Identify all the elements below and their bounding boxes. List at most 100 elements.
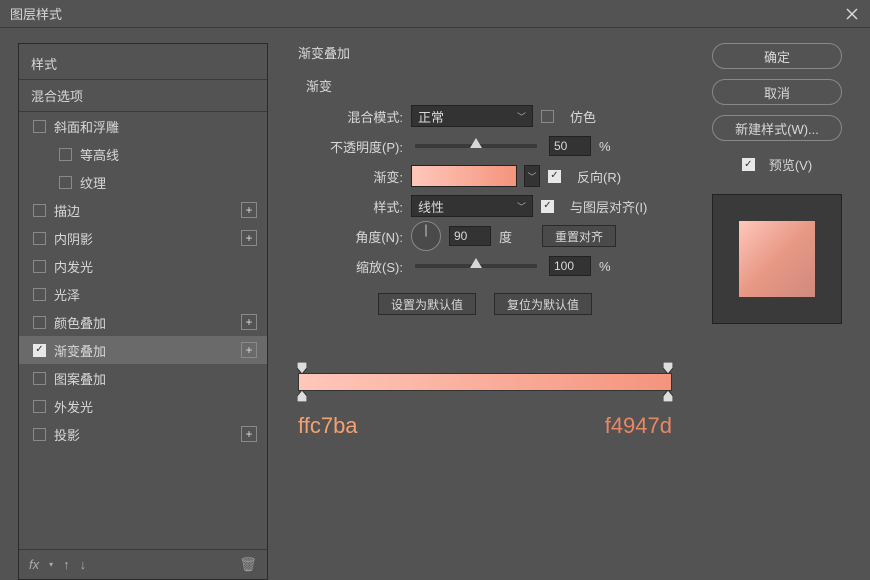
style-checkbox[interactable] [59, 148, 72, 161]
gradient-label: 渐变: [318, 167, 403, 186]
sidebar-item-3[interactable]: 描边 + [19, 196, 267, 224]
style-checkbox[interactable] [33, 344, 46, 357]
ok-button[interactable]: 确定 [712, 43, 842, 69]
sidebar-item-label: 颜色叠加 [54, 313, 106, 332]
sidebar-item-0[interactable]: 斜面和浮雕 [19, 112, 267, 140]
close-icon[interactable] [844, 6, 860, 22]
color-stop-left[interactable] [297, 390, 307, 402]
gradient-editor[interactable]: ffc7ba f4947d [298, 373, 672, 391]
opacity-stop-right[interactable] [663, 362, 673, 374]
default-buttons-row: 设置为默认值 复位为默认值 [318, 293, 652, 315]
blend-options[interactable]: 混合选项 [19, 79, 267, 112]
opacity-row: 不透明度(P): % [318, 131, 652, 161]
chevron-down-icon: ﹀ [517, 200, 526, 213]
sidebar-item-11[interactable]: 投影 + [19, 420, 267, 448]
sidebar-footer: fx ▾ ↑ ↓ 🗑 [19, 549, 267, 579]
blend-mode-select[interactable]: 正常 ﹀ [411, 105, 533, 127]
gradient-swatch[interactable] [411, 165, 517, 187]
sidebar-item-9[interactable]: 图案叠加 [19, 364, 267, 392]
blend-mode-value: 正常 [418, 107, 444, 126]
reset-align-button[interactable]: 重置对齐 [542, 225, 616, 247]
angle-label: 角度(N): [318, 227, 403, 246]
annotation-right: f4947d [605, 413, 672, 439]
sidebar-item-10[interactable]: 外发光 [19, 392, 267, 420]
reverse-label: 反向(R) [577, 167, 621, 186]
gradient-bar[interactable] [298, 373, 672, 391]
style-checkbox[interactable] [33, 428, 46, 441]
sidebar-item-5[interactable]: 内发光 [19, 252, 267, 280]
style-checkbox[interactable] [33, 372, 46, 385]
dither-label: 仿色 [570, 107, 596, 126]
scale-input[interactable] [549, 256, 591, 276]
angle-row: 角度(N): 度 重置对齐 [318, 221, 652, 251]
dither-checkbox[interactable] [541, 110, 554, 123]
arrow-up-icon[interactable]: ↑ [63, 557, 70, 572]
sidebar-item-label: 外发光 [54, 397, 93, 416]
gradient-row: 渐变: ﹀ 反向(R) [318, 161, 652, 191]
add-effect-icon[interactable]: + [241, 342, 257, 358]
sidebar-item-label: 内发光 [54, 257, 93, 276]
fx-icon[interactable]: fx [29, 557, 39, 572]
add-effect-icon[interactable]: + [241, 230, 257, 246]
sidebar-item-1[interactable]: 等高线 [19, 140, 267, 168]
blend-mode-label: 混合模式: [318, 107, 403, 126]
down-caret-icon[interactable]: ▾ [49, 560, 53, 569]
arrow-down-icon[interactable]: ↓ [80, 557, 87, 572]
cancel-button[interactable]: 取消 [712, 79, 842, 105]
style-select[interactable]: 线性 ﹀ [411, 195, 533, 217]
chevron-down-icon: ﹀ [517, 110, 526, 123]
style-checkbox[interactable] [33, 316, 46, 329]
angle-input[interactable] [449, 226, 491, 246]
style-checkbox[interactable] [33, 232, 46, 245]
add-effect-icon[interactable]: + [241, 314, 257, 330]
reverse-checkbox[interactable] [548, 170, 561, 183]
trash-icon[interactable]: 🗑 [239, 556, 257, 573]
gradient-dropdown[interactable]: ﹀ [524, 165, 540, 187]
new-style-button[interactable]: 新建样式(W)... [712, 115, 842, 141]
style-checkbox[interactable] [33, 120, 46, 133]
center-panel: 渐变叠加 渐变 混合模式: 正常 ﹀ 仿色 不透明度(P): % 渐变: [268, 28, 702, 580]
sidebar-header: 样式 [19, 44, 267, 79]
sidebar-item-label: 内阴影 [54, 229, 93, 248]
sidebar-item-label: 斜面和浮雕 [54, 117, 119, 136]
style-checkbox[interactable] [33, 288, 46, 301]
opacity-label: 不透明度(P): [318, 137, 403, 156]
main-area: 样式 混合选项 斜面和浮雕等高线纹理描边+内阴影+内发光光泽颜色叠加+渐变叠加+… [0, 28, 870, 580]
style-checkbox[interactable] [33, 204, 46, 217]
sidebar-item-7[interactable]: 颜色叠加 + [19, 308, 267, 336]
opacity-stop-left[interactable] [297, 362, 307, 374]
color-stop-right[interactable] [663, 390, 673, 402]
angle-unit: 度 [499, 227, 512, 246]
sidebar-item-label: 投影 [54, 425, 80, 444]
sidebar-item-6[interactable]: 光泽 [19, 280, 267, 308]
style-checkbox[interactable] [33, 260, 46, 273]
group-subtitle: 渐变 [306, 76, 652, 95]
angle-dial[interactable] [411, 221, 441, 251]
gradient-group: 渐变 混合模式: 正常 ﹀ 仿色 不透明度(P): % 渐变: ﹀ [288, 64, 682, 333]
style-checkbox[interactable] [59, 176, 72, 189]
sidebar-item-2[interactable]: 纹理 [19, 168, 267, 196]
sidebar-item-label: 光泽 [54, 285, 80, 304]
sidebar-item-label: 等高线 [80, 145, 119, 164]
sidebar-item-label: 图案叠加 [54, 369, 106, 388]
scale-slider[interactable] [415, 264, 537, 268]
style-checkbox[interactable] [33, 400, 46, 413]
align-checkbox[interactable] [541, 200, 554, 213]
sidebar-item-4[interactable]: 内阴影 + [19, 224, 267, 252]
opacity-input[interactable] [549, 136, 591, 156]
blend-mode-row: 混合模式: 正常 ﹀ 仿色 [318, 101, 652, 131]
scale-row: 缩放(S): % [318, 251, 652, 281]
sidebar-item-8[interactable]: 渐变叠加+ [19, 336, 267, 364]
reset-default-button[interactable]: 复位为默认值 [494, 293, 592, 315]
add-effect-icon[interactable]: + [241, 426, 257, 442]
preview-checkbox[interactable] [742, 158, 755, 171]
add-effect-icon[interactable]: + [241, 202, 257, 218]
annotation-left: ffc7ba [298, 413, 358, 439]
preview-row: 预览(V) [742, 155, 812, 174]
scale-label: 缩放(S): [318, 257, 403, 276]
set-default-button[interactable]: 设置为默认值 [378, 293, 476, 315]
styles-sidebar: 样式 混合选项 斜面和浮雕等高线纹理描边+内阴影+内发光光泽颜色叠加+渐变叠加+… [18, 43, 268, 580]
right-panel: 确定 取消 新建样式(W)... 预览(V) [702, 28, 870, 580]
opacity-slider[interactable] [415, 144, 537, 148]
sidebar-item-label: 描边 [54, 201, 80, 220]
